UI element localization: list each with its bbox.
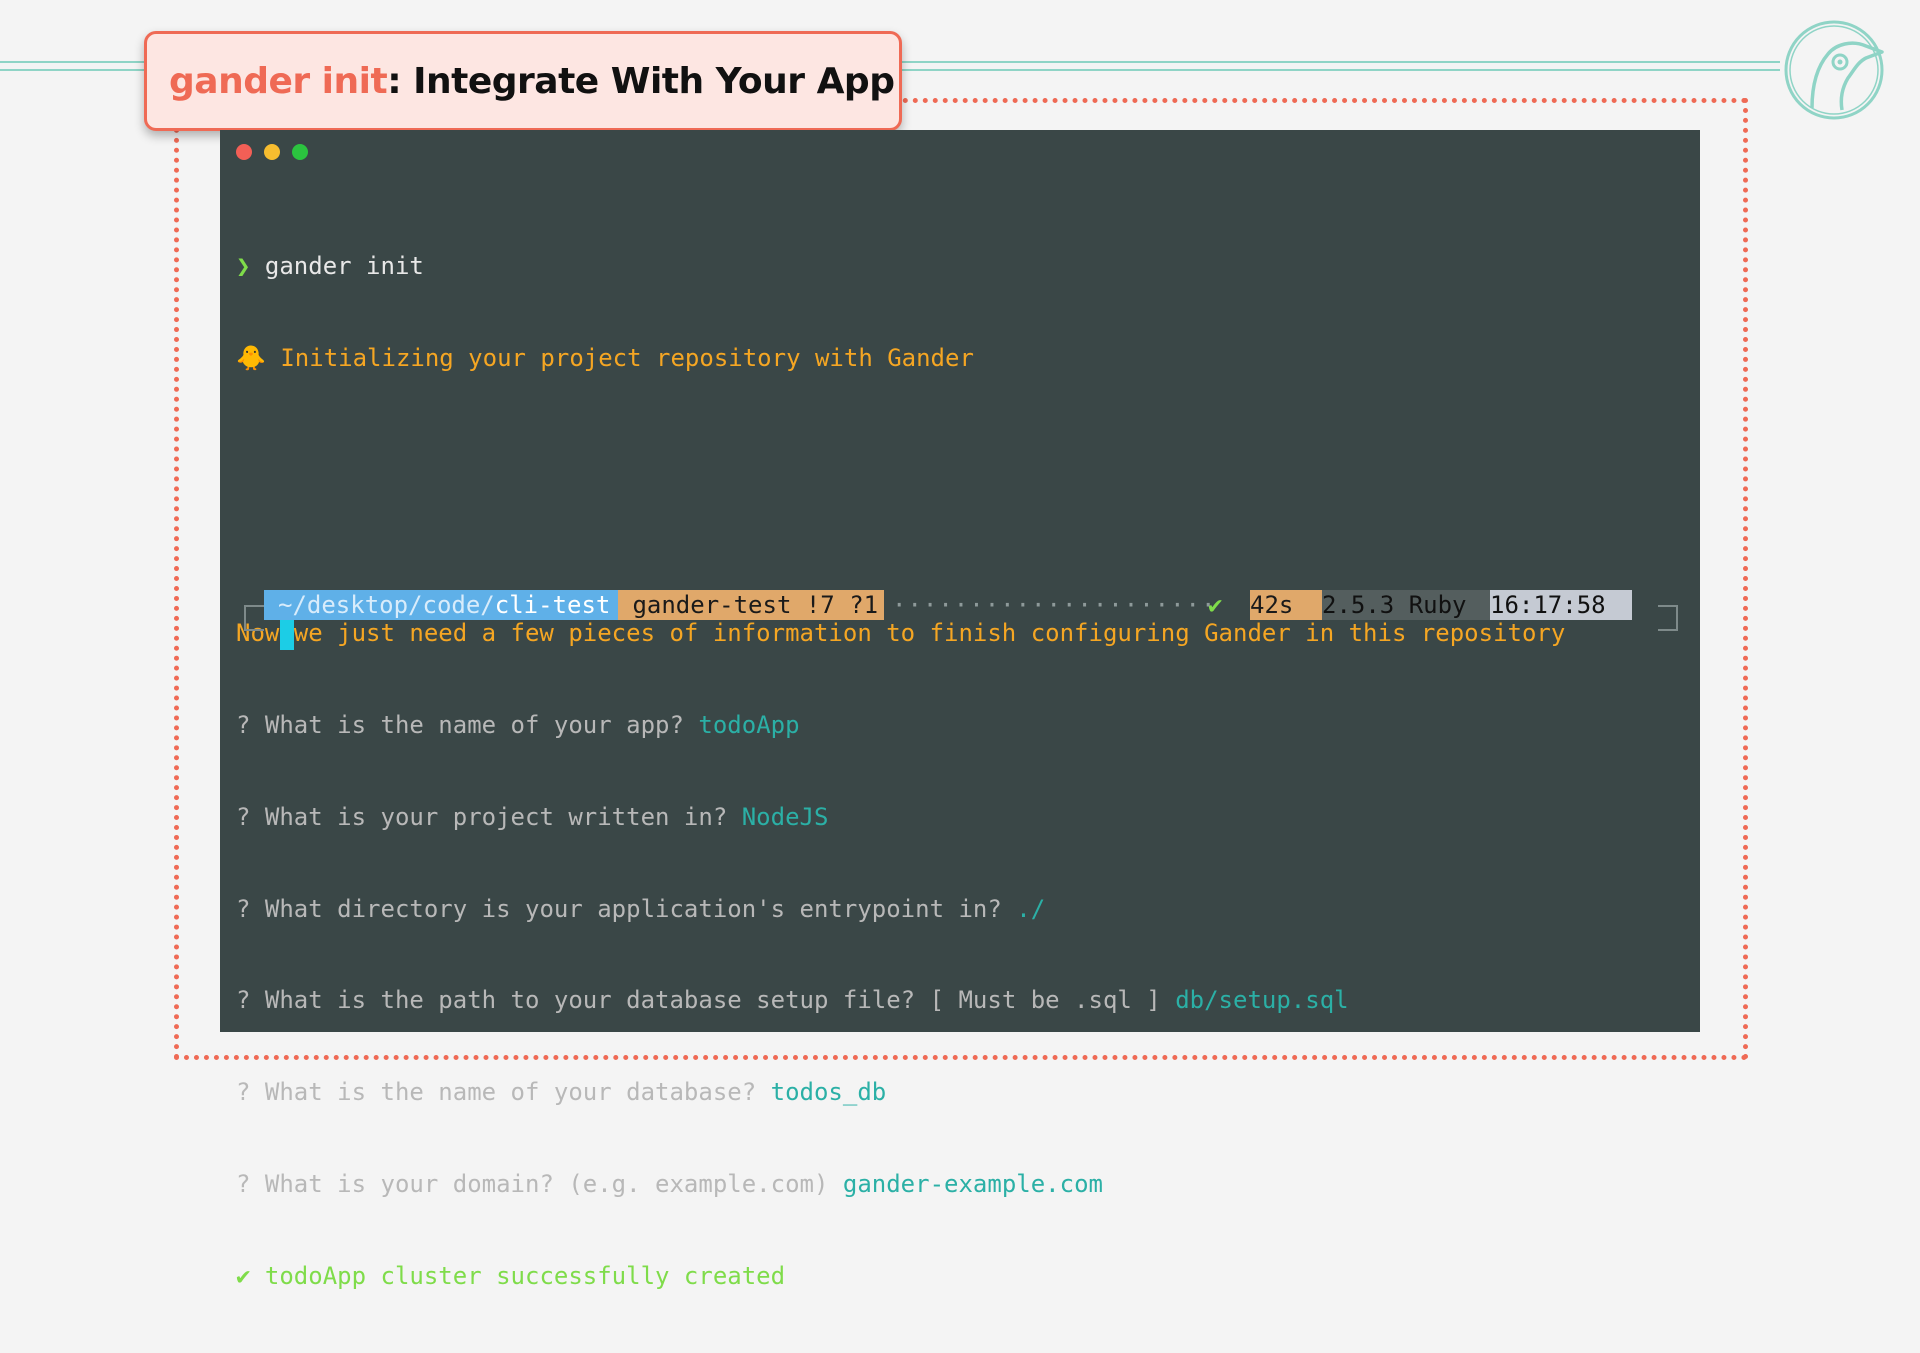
prompt-arrow-icon: ❯ [236, 252, 251, 281]
path-prefix: ~/desktop/code/ [278, 591, 495, 619]
init-message: Initializing your project repository wit… [280, 343, 974, 372]
answer-text: db/setup.sql [1175, 986, 1349, 1015]
success-line: ✔ todoApp cluster successfully created [236, 1261, 1565, 1292]
title-command: gander init [169, 60, 388, 102]
question-line: ? What is the path to your database setu… [236, 985, 1565, 1016]
question-mark: ? [236, 1078, 251, 1107]
status-bracket-left [244, 605, 264, 631]
check-icon: ✔ [236, 1261, 251, 1290]
question-line: ? What directory is your application's e… [236, 894, 1565, 925]
question-line: ? What is your domain? (e.g. example.com… [236, 1169, 1565, 1200]
terminal-cursor[interactable] [280, 620, 294, 650]
status-duration: 42s [1250, 590, 1322, 620]
status-filler-dots: ········································… [892, 591, 1212, 619]
success-message: todoApp cluster successfully created [250, 1261, 786, 1290]
question-line: ? What is the name of your app? todoApp [236, 710, 1565, 741]
question-text: What is your project written in? [250, 802, 742, 831]
question-mark: ? [236, 986, 251, 1015]
status-clock: 16:17:58 [1490, 590, 1632, 620]
gander-logo-icon [1784, 20, 1884, 120]
answer-text: NodeJS [741, 802, 829, 831]
answer-text: ./ [1016, 894, 1046, 923]
question-text: What is your domain? (e.g. example.com) [250, 1170, 843, 1198]
slide-title: gander init: Integrate With Your App [144, 31, 902, 131]
decorative-line-right [900, 61, 1780, 71]
status-path: ~/desktop/code/cli-test [264, 590, 618, 620]
command-line: ❯ gander init [236, 251, 1565, 282]
question-line: ? What is your project written in? NodeJ… [236, 802, 1565, 833]
question-mark: ? [236, 1170, 251, 1198]
question-line: ? What is the name of your database? tod… [236, 1077, 1565, 1108]
answer-text: todoApp [698, 711, 800, 740]
terminal-output: ❯ gander init 🐥 Initializing your projec… [236, 190, 1565, 1353]
question-mark: ? [236, 711, 251, 740]
answer-text: todos_db [770, 1078, 887, 1107]
question-text: What directory is your application's ent… [250, 894, 1017, 923]
status-bracket-right [1658, 605, 1678, 631]
path-dir: cli-test [494, 591, 611, 619]
maximize-window-button[interactable] [292, 144, 308, 160]
question-text: What is the path to your database setup … [250, 986, 1176, 1015]
close-window-button[interactable] [236, 144, 252, 160]
question-text: What is the name of your database? [250, 1078, 771, 1107]
status-git: gander-test !7 ?1 [618, 590, 884, 620]
question-mark: ? [236, 802, 251, 831]
prompt-status-bar: ~/desktop/code/cli-test gander-test !7 ?… [244, 590, 1678, 648]
question-text: What is the name of your app? [250, 711, 699, 740]
status-ruby-version: 2.5.3 Ruby [1322, 590, 1490, 620]
title-text: : Integrate With Your App [387, 60, 895, 102]
status-check-icon: ✔ [1208, 591, 1223, 619]
chick-emoji-icon: 🐥 [236, 343, 266, 372]
terminal-window[interactable]: ❯ gander init 🐥 Initializing your projec… [220, 130, 1700, 1290]
command-text: gander init [264, 252, 424, 281]
question-mark: ? [236, 894, 251, 923]
answer-text: gander-example.com [842, 1170, 1103, 1198]
decorative-line-left [0, 61, 150, 71]
init-line: 🐥 Initializing your project repository w… [236, 343, 1565, 374]
minimize-window-button[interactable] [264, 144, 280, 160]
